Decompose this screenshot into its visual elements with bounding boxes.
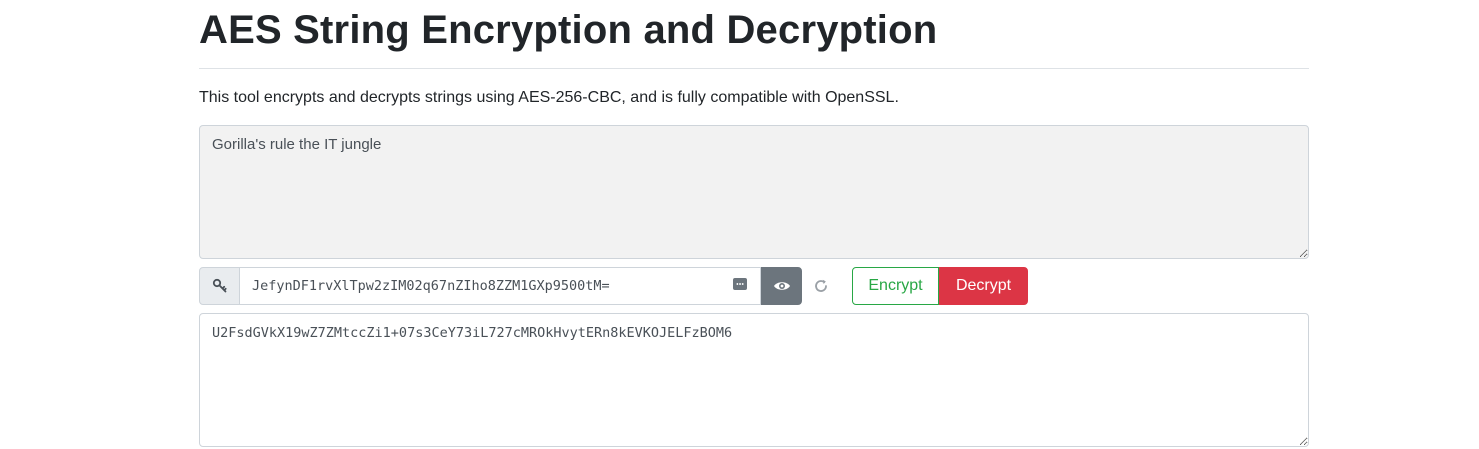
plaintext-input[interactable]: Gorilla's rule the IT jungle (199, 125, 1309, 259)
key-input-group: Encrypt Decrypt (199, 267, 1029, 305)
ciphertext-output[interactable]: U2FsdGVkX19wZ7ZMtccZi1+07s3CeY73iL727cMR… (199, 313, 1309, 447)
page-title: AES String Encryption and Decryption (199, 8, 938, 52)
encryption-key-input[interactable] (239, 267, 761, 305)
toggle-key-visibility-button[interactable] (761, 267, 802, 305)
regenerate-key-button[interactable] (806, 267, 836, 305)
password-manager-icon[interactable] (733, 278, 747, 290)
intro-text: This tool encrypts and decrypts strings … (199, 89, 899, 106)
key-icon (199, 267, 240, 305)
title-divider (199, 68, 1309, 69)
eye-icon (773, 282, 790, 290)
decrypt-button[interactable]: Decrypt (939, 267, 1028, 305)
encrypt-button[interactable]: Encrypt (852, 267, 939, 305)
action-button-group: Encrypt Decrypt (852, 267, 1028, 305)
refresh-icon (815, 279, 827, 292)
